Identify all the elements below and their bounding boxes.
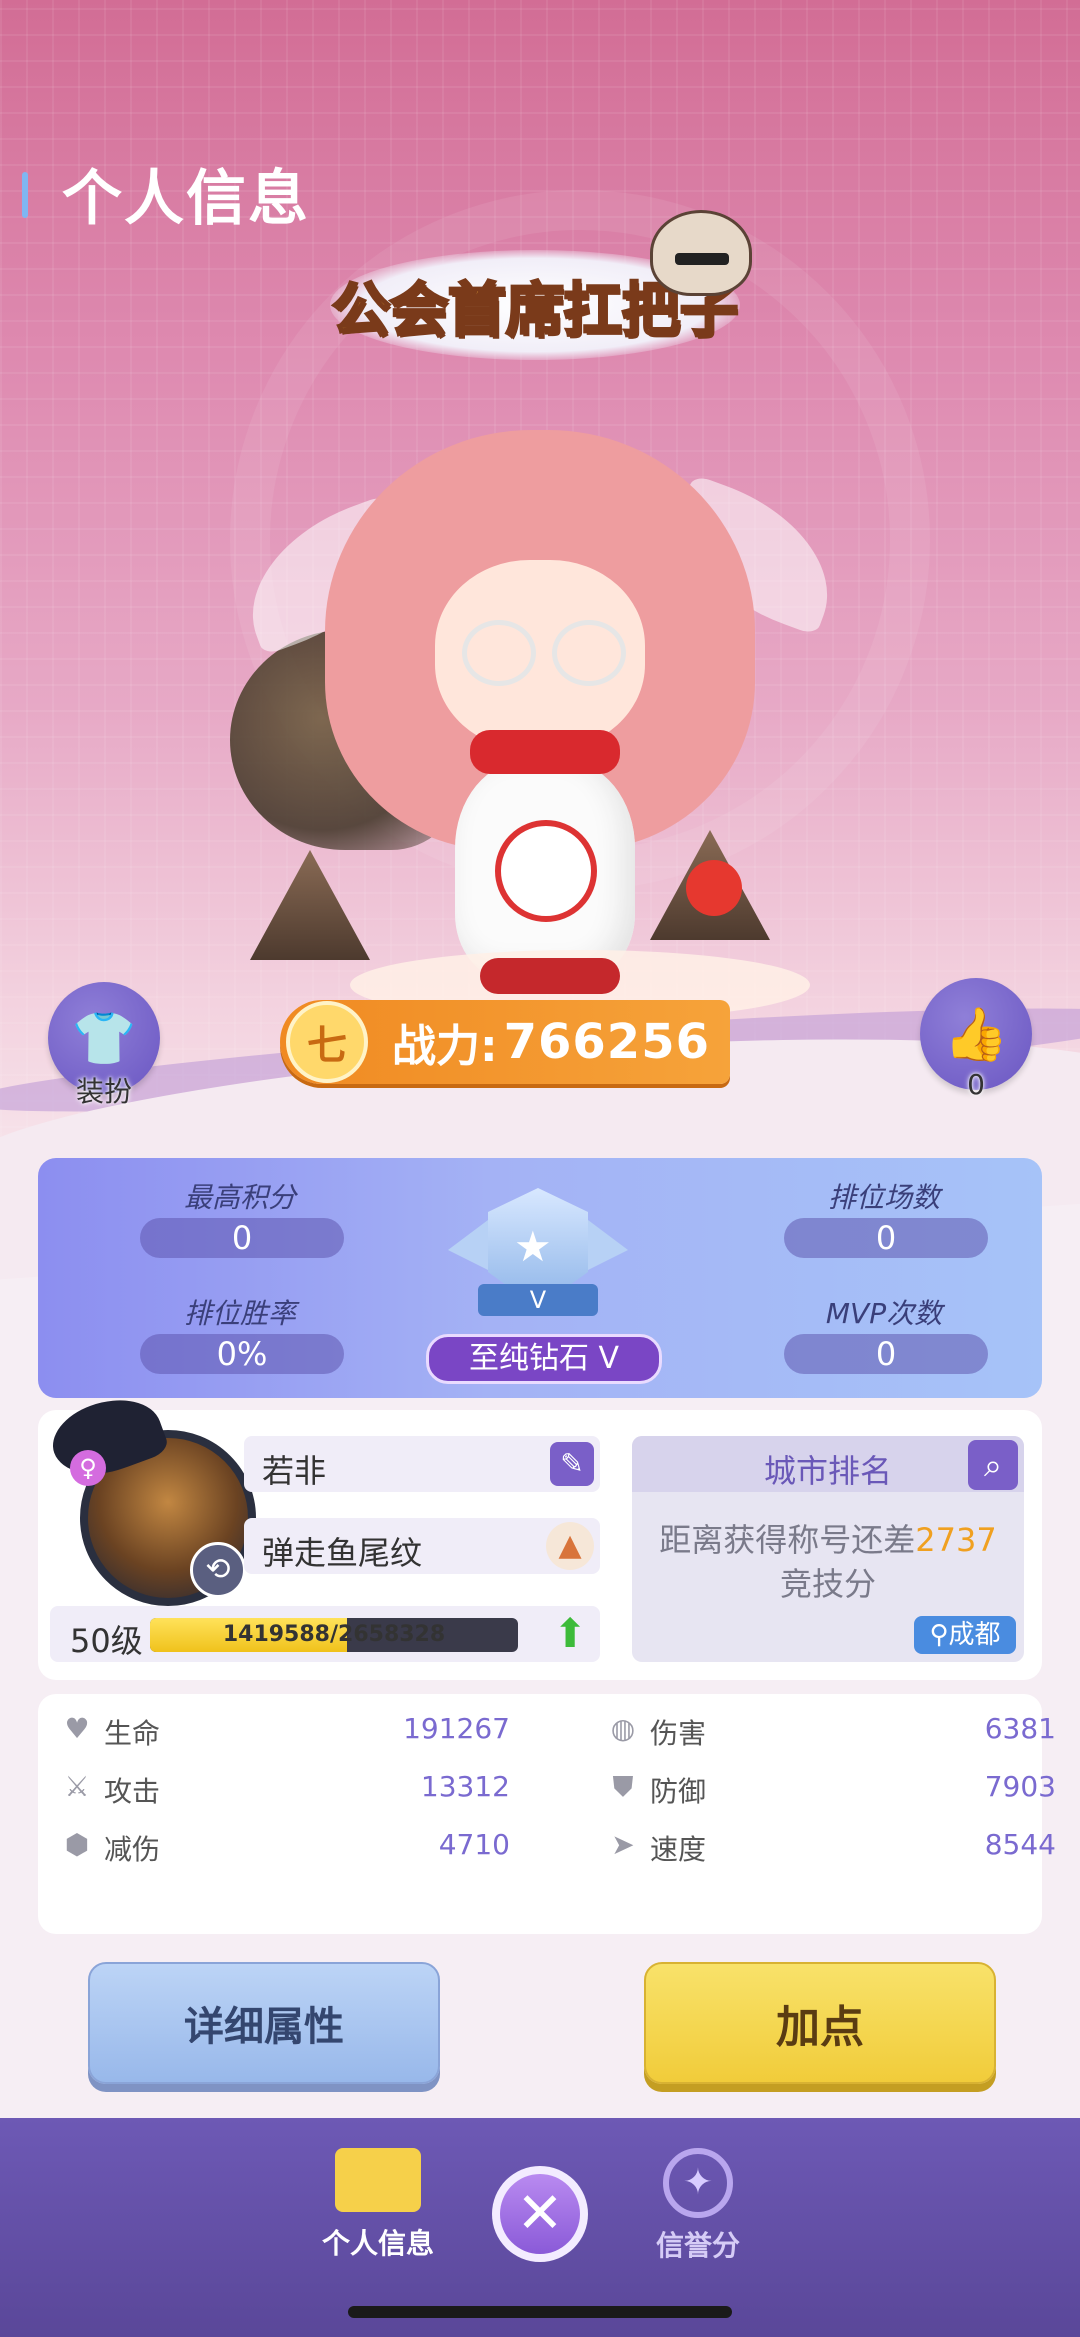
thumbs-up-icon: 👍 — [943, 1004, 1009, 1065]
attribute-row: ⬢ 减伤 4710 — [60, 1824, 510, 1868]
level-up-arrow-icon[interactable]: ⬆ — [548, 1612, 592, 1656]
red-sun — [686, 860, 742, 916]
star-icon: ★ — [514, 1222, 552, 1271]
xp-progress-bar: 1419588/2658328 — [150, 1618, 518, 1652]
attribute-row: ◍ 伤害 6381 — [606, 1708, 1056, 1752]
shirt-icon: 👕 — [71, 1008, 137, 1069]
attribute-name: 减伤 — [104, 1833, 161, 1866]
like-count: 0 — [967, 1068, 985, 1101]
power-label: 战力: — [392, 1021, 498, 1072]
attribute-value: 7903 — [984, 1770, 1056, 1803]
edit-name-button[interactable]: ✎ — [550, 1442, 594, 1486]
character-avatar[interactable] — [226, 390, 854, 1020]
city-ranking-description: 距离获得称号还差2737 竞技分 — [652, 1518, 1004, 1606]
page-title: 个人信息 — [62, 164, 310, 234]
win-rate-label: 排位胜率 — [183, 1297, 296, 1330]
avatar[interactable]: ♀ ⟲ — [43, 1385, 260, 1610]
attribute-row: ♥ 生命 191267 — [60, 1708, 510, 1752]
heart-icon: ♥ — [64, 1712, 90, 1745]
detail-attributes-button[interactable]: 详细属性 — [88, 1962, 440, 2084]
highest-score-value: 0 — [140, 1218, 344, 1258]
title-emblem-icon[interactable]: ▲ — [546, 1522, 594, 1570]
search-icon[interactable]: ⌕ — [968, 1440, 1018, 1490]
combat-power-banner: 七 战力: 766256 — [280, 1000, 730, 1084]
title-accent-bar — [22, 172, 28, 218]
attribute-name: 伤害 — [650, 1717, 707, 1750]
globe-damage-icon: ◍ — [610, 1712, 636, 1745]
attribute-value: 8544 — [984, 1828, 1056, 1861]
sunglasses-decoration — [675, 253, 729, 265]
mvp-value: 0 — [784, 1334, 988, 1374]
city-desc-suffix: 竞技分 — [779, 1565, 876, 1603]
name-field: 若非 ✎ — [244, 1436, 600, 1492]
ranked-matches-label: 排位场数 — [827, 1181, 940, 1214]
credit-star-icon: ✦ — [663, 2148, 733, 2218]
city-ranking-panel: 城市排名 ⌕ 距离获得称号还差2737 竞技分 ⚲成都 — [632, 1436, 1024, 1662]
tab-profile[interactable]: 个人信息 — [278, 2148, 478, 2262]
add-points-button[interactable]: 加点 — [644, 1962, 996, 2084]
profile-card: ♀ ⟲ 若非 ✎ 弹走鱼尾纹 ▲ 50级 1419588/2658328 ⬆ 城… — [38, 1385, 1042, 1680]
armor-icon: ⬢ — [64, 1828, 90, 1861]
boot-icon: ➤ — [611, 1828, 635, 1861]
win-rate-value: 0% — [140, 1334, 344, 1374]
attribute-row: ⛊ 防御 7903 — [606, 1766, 1056, 1810]
mvp-label: MVP次数 — [825, 1297, 943, 1330]
switch-avatar-icon[interactable]: ⟲ — [190, 1542, 246, 1598]
player-name: 若非 — [262, 1452, 327, 1490]
city-ranking-header: 城市排名 ⌕ — [632, 1436, 1024, 1492]
attribute-value: 13312 — [420, 1770, 510, 1803]
xp-text: 1419588/2658328 — [222, 1622, 446, 1647]
tab-credit-label: 信誉分 — [655, 2229, 740, 2262]
shield-icon: ⛊ — [612, 1770, 634, 1803]
character-glasses-left — [462, 620, 536, 686]
tab-credit-score[interactable]: ✦ 信誉分 — [598, 2148, 798, 2264]
title-field: 弹走鱼尾纹 ▲ — [244, 1518, 600, 1574]
location-name: 成都 — [948, 1620, 1001, 1650]
power-value: 766256 — [503, 1014, 710, 1070]
guild-avatar-decoration — [650, 210, 752, 296]
sword-icon: ⚔ — [64, 1770, 90, 1803]
character-bag — [495, 820, 597, 922]
character-glasses-right — [552, 620, 626, 686]
location-tag[interactable]: ⚲成都 — [914, 1616, 1016, 1654]
tab-profile-label: 个人信息 — [321, 2227, 434, 2260]
attribute-value: 4710 — [438, 1828, 510, 1861]
attributes-card: ♥ 生命 191267 ◍ 伤害 6381 ⚔ 攻击 13312 ⛊ 防御 79… — [38, 1694, 1056, 1934]
edit-icon: ✎ — [560, 1447, 584, 1480]
player-level: 50级 — [70, 1622, 143, 1660]
attribute-row: ➤ 速度 8544 — [606, 1824, 1056, 1868]
id-card-icon — [335, 2148, 421, 2212]
location-pin-icon: ⚲ — [929, 1620, 949, 1650]
mountain-rock-left — [250, 850, 370, 960]
outfit-label: 装扮 — [75, 1075, 132, 1108]
ranked-matches-value: 0 — [784, 1218, 988, 1258]
attribute-value: 191267 — [403, 1712, 510, 1745]
rank-panel: 最高积分 0 排位胜率 0% 排位场数 0 MVP次数 0 ★ V 至纯钻石 V — [38, 1158, 1042, 1398]
attribute-value: 6381 — [984, 1712, 1056, 1745]
highest-score-label: 最高积分 — [183, 1181, 296, 1214]
bottom-tab-bar: 个人信息 ✕ ✦ 信誉分 — [0, 2118, 1080, 2337]
rank-tier-badge[interactable]: ★ V — [448, 1188, 628, 1328]
attribute-name: 攻击 — [104, 1775, 161, 1808]
home-indicator — [348, 2306, 732, 2318]
tier-name: 至纯钻石 V — [426, 1334, 662, 1384]
character-shoes — [480, 958, 620, 994]
city-desc-number: 2737 — [915, 1521, 997, 1559]
tier-badge-ribbon: V — [478, 1284, 598, 1316]
attribute-name: 生命 — [104, 1717, 161, 1750]
city-desc-prefix: 距离获得称号还差 — [659, 1521, 916, 1559]
attribute-name: 防御 — [650, 1775, 707, 1808]
character-scarf — [470, 730, 620, 774]
power-emblem-icon: 七 — [286, 1001, 368, 1083]
female-icon: ♀ — [70, 1450, 106, 1486]
city-ranking-title: 城市排名 — [763, 1452, 892, 1490]
level-row: 50级 1419588/2658328 ⬆ — [50, 1606, 600, 1662]
close-icon: ✕ — [500, 2174, 580, 2254]
attribute-name: 速度 — [650, 1833, 707, 1866]
close-button[interactable]: ✕ — [492, 2166, 588, 2262]
attribute-row: ⚔ 攻击 13312 — [60, 1766, 510, 1810]
player-title: 弹走鱼尾纹 — [262, 1534, 423, 1572]
